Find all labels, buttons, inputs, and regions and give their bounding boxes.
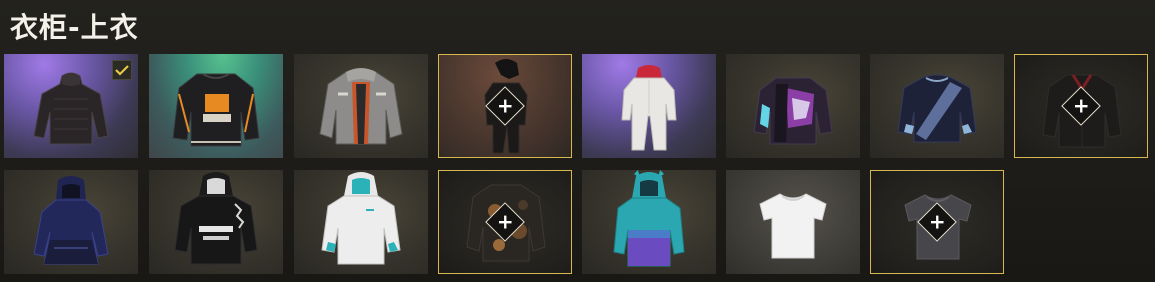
wardrobe-item-navy-sweater-sash[interactable] xyxy=(870,54,1004,158)
wardrobe-item-teal-purple-hoodie[interactable] xyxy=(582,170,716,274)
wardrobe-item-white-tshirt[interactable] xyxy=(726,170,860,274)
wardrobe-item-black-hooded-outfit[interactable]: + xyxy=(438,54,572,158)
wardrobe-item-purple-print-jacket[interactable] xyxy=(726,54,860,158)
black-orange-bomber-jacket-icon xyxy=(172,73,260,147)
wardrobe-item-white-hoodie-teal[interactable] xyxy=(294,170,428,274)
navy-sweater-sash-icon xyxy=(897,74,977,143)
wardrobe-item-black-hoodie[interactable] xyxy=(149,170,283,274)
gray-orange-jacket-icon xyxy=(319,68,403,145)
wardrobe-item-navy-hooded-dress[interactable] xyxy=(4,170,138,274)
wardrobe-item-black-turtleneck[interactable] xyxy=(4,54,138,158)
black-hoodie-icon xyxy=(174,172,258,265)
white-hoodie-teal-icon xyxy=(321,172,401,265)
equipped-check-icon xyxy=(112,60,132,80)
wardrobe-item-white-jumpsuit[interactable] xyxy=(582,54,716,158)
page-title: 衣柜-上衣 xyxy=(10,11,139,44)
wardrobe-panel: 衣柜-上衣 + + + + xyxy=(0,0,1155,282)
teal-purple-hoodie-icon xyxy=(613,170,685,267)
white-jumpsuit-red-scarf-icon xyxy=(621,65,677,151)
wardrobe-item-camo-jacket[interactable]: + xyxy=(438,170,572,274)
wardrobe-item-black-orange-bomber[interactable] xyxy=(149,54,283,158)
wardrobe-grid: + + + + xyxy=(4,54,1152,278)
wardrobe-item-dark-red-collar-jacket[interactable]: + xyxy=(1014,54,1148,158)
wardrobe-item-gray-orange-jacket[interactable] xyxy=(294,54,428,158)
purple-print-jacket-icon xyxy=(753,77,833,145)
wardrobe-item-gray-tshirt[interactable]: + xyxy=(870,170,1004,274)
white-tshirt-icon xyxy=(759,193,827,259)
navy-hooded-dress-icon xyxy=(33,176,109,265)
